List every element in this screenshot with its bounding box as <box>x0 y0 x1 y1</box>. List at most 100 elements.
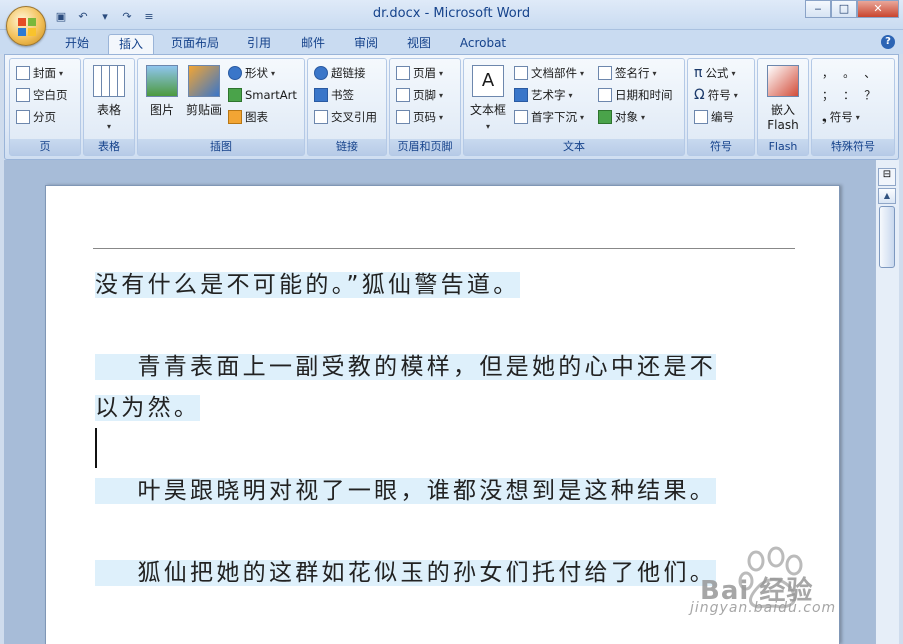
punctuation-row-2[interactable]: ； ： ？ <box>822 85 879 105</box>
tab-home[interactable]: 开始 <box>56 34 98 54</box>
group-symbols: π 公式 ▾ Ω 符号 ▾ 编号 符号 <box>687 58 755 156</box>
group-label-pages: 页 <box>10 139 80 155</box>
symbol-button[interactable]: Ω 符号 ▾ <box>694 85 738 105</box>
group-label-table: 表格 <box>84 139 134 155</box>
shapes-button[interactable]: 形状 ▾ <box>228 63 275 83</box>
quick-parts-button[interactable]: 文档部件 ▾ <box>514 63 584 83</box>
bullet-icon: ❟ <box>822 109 827 124</box>
window-title: dr.docx - Microsoft Word <box>372 6 531 21</box>
tab-view[interactable]: 视图 <box>398 34 440 54</box>
group-label-symbols: 符号 <box>688 139 754 155</box>
close-button[interactable]: ✕ <box>857 0 899 18</box>
page-number-icon <box>396 110 410 124</box>
numbering-button[interactable]: 编号 <box>694 107 734 127</box>
tab-mailings[interactable]: 邮件 <box>292 34 334 54</box>
group-flash: 嵌入 Flash Flash <box>757 58 809 156</box>
page-break-icon <box>16 110 30 124</box>
cross-reference-button[interactable]: 交叉引用 <box>314 107 377 127</box>
text-cursor <box>95 428 97 468</box>
wordart-icon <box>514 88 528 102</box>
group-table: 表格 ▾ 表格 <box>83 58 135 156</box>
watermark-url: jingyan.baidu.com <box>690 600 837 616</box>
maximize-button[interactable]: □ <box>831 0 857 18</box>
numbering-icon <box>694 110 708 124</box>
cover-page-button[interactable]: 封面 ▾ <box>16 63 63 83</box>
punctuation-row-1[interactable]: ， 。 、 <box>822 63 879 83</box>
date-time-button[interactable]: 日期和时间 <box>598 85 673 105</box>
table-button[interactable]: 表格 ▾ <box>87 63 131 137</box>
drop-cap-button[interactable]: 首字下沉 ▾ <box>514 107 584 127</box>
picture-icon <box>146 65 178 97</box>
header-icon <box>396 66 410 80</box>
paragraph-1[interactable]: 没有什么是不可能的。”狐仙警告道。 <box>95 265 520 305</box>
scroll-up-icon[interactable]: ▲ <box>878 188 896 204</box>
object-icon <box>598 110 612 124</box>
chart-icon <box>228 110 242 124</box>
group-illustrations: 图片 剪贴画 形状 ▾ SmartArt 图表 插图 <box>137 58 305 156</box>
drop-cap-icon <box>514 110 528 124</box>
group-text: A 文本框 ▾ 文档部件 ▾ 艺术字 ▾ 首字下沉 ▾ 签名行 ▾ 日期和时间 对象 ▾ 文… <box>463 58 685 156</box>
page-number-button[interactable]: 页码 ▾ <box>396 107 443 127</box>
group-label-links: 链接 <box>308 139 386 155</box>
ribbon-tabs: 开始 插入 页面布局 引用 邮件 审阅 视图 Acrobat ? <box>0 30 903 54</box>
paragraph-2-line-2[interactable]: 以为然。 <box>95 388 201 428</box>
bookmark-button[interactable]: 书签 <box>314 85 354 105</box>
tab-acrobat[interactable]: Acrobat <box>452 34 514 54</box>
paragraph-2-line-1[interactable]: 青青表面上一副受教的模样，但是她的心中还是不 <box>95 347 717 387</box>
cover-page-icon <box>16 66 30 80</box>
view-ruler-icon[interactable]: ⊟ <box>878 168 896 186</box>
office-button[interactable] <box>6 6 46 46</box>
footer-icon <box>396 88 410 102</box>
tab-review[interactable]: 审阅 <box>345 34 387 54</box>
group-label-flash: Flash <box>758 139 808 155</box>
embed-flash-button[interactable]: 嵌入 Flash <box>761 63 805 137</box>
group-links: 超链接 书签 交叉引用 链接 <box>307 58 387 156</box>
page-break-button[interactable]: 分页 <box>16 107 56 127</box>
cross-reference-icon <box>314 110 328 124</box>
pi-icon: π <box>694 65 703 81</box>
smartart-button[interactable]: SmartArt <box>228 85 297 105</box>
tab-page-layout[interactable]: 页面布局 <box>164 34 226 54</box>
smartart-icon <box>228 88 242 102</box>
blank-page-icon <box>16 88 30 102</box>
minimize-button[interactable]: ‒ <box>805 0 831 18</box>
window-controls: ‒ □ ✕ <box>805 0 899 18</box>
textbox-icon: A <box>472 65 504 97</box>
object-button[interactable]: 对象 ▾ <box>598 107 645 127</box>
table-icon <box>93 65 125 97</box>
clipart-button[interactable]: 剪贴画 <box>182 63 226 137</box>
header-button[interactable]: 页眉 ▾ <box>396 63 443 83</box>
equation-button[interactable]: π 公式 ▾ <box>694 63 735 83</box>
group-special-symbols: ， 。 、 ； ： ？ ❟ 符号 ▾ 特殊符号 <box>811 58 895 156</box>
hyperlink-icon <box>314 66 328 80</box>
omega-icon: Ω <box>694 87 705 103</box>
flash-icon <box>767 65 799 97</box>
paragraph-3[interactable]: 叶昊跟晓明对视了一眼，谁都没想到是这种结果。 <box>95 471 717 511</box>
scrollbar-thumb[interactable] <box>879 206 895 268</box>
footer-button[interactable]: 页脚 ▾ <box>396 85 443 105</box>
signature-line-button[interactable]: 签名行 ▾ <box>598 63 657 83</box>
office-logo-icon <box>18 18 36 36</box>
date-time-icon <box>598 88 612 102</box>
signature-line-icon <box>598 66 612 80</box>
hyperlink-button[interactable]: 超链接 <box>314 63 366 83</box>
textbox-button[interactable]: A 文本框 ▾ <box>466 63 510 137</box>
quick-parts-icon <box>514 66 528 80</box>
special-symbol-button[interactable]: ❟ 符号 ▾ <box>822 107 860 127</box>
paragraph-4[interactable]: 狐仙把她的这群如花似玉的孙女们托付给了他们。 <box>95 553 717 593</box>
picture-button[interactable]: 图片 <box>140 63 184 137</box>
wordart-button[interactable]: 艺术字 ▾ <box>514 85 573 105</box>
blank-page-button[interactable]: 空白页 <box>16 85 68 105</box>
group-label-special-symbols: 特殊符号 <box>812 139 894 155</box>
group-label-text: 文本 <box>464 139 684 155</box>
tab-references[interactable]: 引用 <box>238 34 280 54</box>
group-header-footer: 页眉 ▾ 页脚 ▾ 页码 ▾ 页眉和页脚 <box>389 58 461 156</box>
bookmark-icon <box>314 88 328 102</box>
tab-insert[interactable]: 插入 <box>108 34 154 54</box>
help-icon[interactable]: ? <box>881 35 895 49</box>
chart-button[interactable]: 图表 <box>228 107 268 127</box>
group-label-illustrations: 插图 <box>138 139 304 155</box>
title-bar: ▣ ↶ ▾ ↷ ≡ dr.docx - Microsoft Word ‒ □ ✕ <box>0 0 903 30</box>
clipart-icon <box>188 65 220 97</box>
group-label-header-footer: 页眉和页脚 <box>390 139 460 155</box>
